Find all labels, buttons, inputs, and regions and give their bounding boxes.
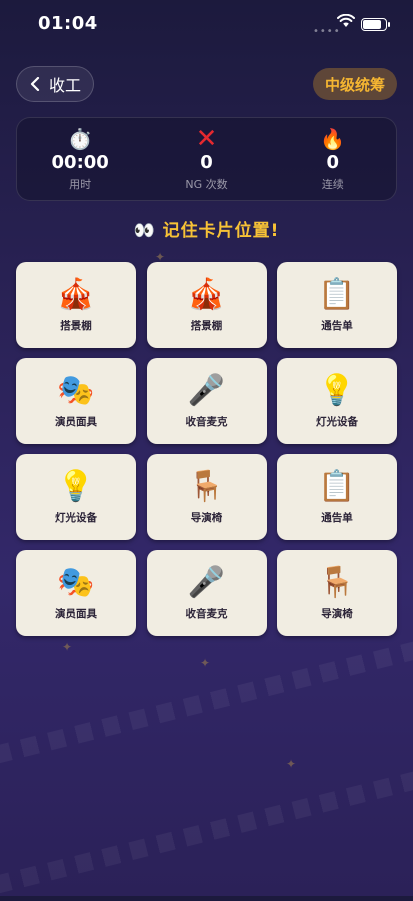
chevron-left-icon (30, 77, 40, 91)
microphone-icon: 🎤 (187, 372, 226, 408)
card-label: 收音麦克 (185, 415, 228, 428)
card-label: 导演椅 (190, 511, 223, 524)
filmstrip-decoration (0, 757, 413, 901)
back-button[interactable]: 收工 (16, 66, 94, 102)
sparkle-decoration: ✦ (200, 656, 211, 670)
wifi-icon (337, 14, 355, 27)
memory-card[interactable]: 🎤 收音麦克 (146, 358, 267, 444)
card-label: 收音麦克 (185, 607, 228, 620)
light-bulb-icon: 💡 (318, 372, 356, 408)
stat-ng-label: NG 次数 (185, 178, 228, 191)
stat-time: ⏱️ 00:00 用时 (17, 118, 143, 200)
memory-card[interactable]: 💡 灯光设备 (16, 454, 136, 540)
card-label: 搭景棚 (60, 319, 92, 332)
light-bulb-icon: 💡 (57, 468, 95, 504)
card-label: 通告单 (321, 319, 353, 332)
cross-mark-icon: ✕ (195, 124, 218, 154)
card-label: 通告单 (321, 511, 353, 524)
memory-card[interactable]: 💡 灯光设备 (277, 358, 397, 444)
theater-masks-icon: 🎭 (57, 564, 95, 600)
memory-card[interactable]: 🪑 导演椅 (277, 550, 397, 636)
clipboard-icon: 📋 (318, 468, 356, 504)
sparkle-decoration: ✦ (62, 640, 73, 654)
status-bar: 01:04 •••• (0, 0, 413, 50)
card-label: 演员面具 (55, 607, 97, 620)
status-time: 01:04 (38, 13, 98, 34)
circus-tent-icon: 🎪 (57, 276, 95, 312)
card-label: 演员面具 (55, 415, 97, 428)
card-grid: 🎪 搭景棚 🎪 搭景棚 📋 通告单 🎭 演员面具 🎤 收音麦克 💡 灯光设备 💡… (16, 262, 397, 636)
microphone-icon: 🎤 (187, 564, 226, 600)
sparkle-decoration: ✦ (286, 757, 297, 771)
chair-icon: 🪑 (318, 564, 356, 600)
stat-ng-count: ✕ 0 NG 次数 (143, 118, 269, 200)
stat-streak: 🔥 0 连续 (270, 118, 396, 200)
memory-card[interactable]: 🪑 导演椅 (146, 454, 267, 540)
circus-tent-icon: 🎪 (187, 276, 226, 312)
battery-icon (361, 18, 390, 31)
stat-streak-label: 连续 (321, 178, 344, 191)
stat-time-label: 用时 (69, 178, 92, 191)
memory-card[interactable]: 🎭 演员面具 (16, 358, 136, 444)
level-badge: 中级统筹 (313, 68, 397, 100)
card-label: 灯光设备 (55, 511, 97, 524)
memory-card[interactable]: 📋 通告单 (277, 454, 397, 540)
back-button-label: 收工 (48, 76, 81, 95)
stat-ng-value: 0 (200, 152, 213, 173)
stat-streak-value: 0 (326, 152, 340, 173)
instruction-text: 👀 记住卡片位置! (133, 221, 280, 241)
memory-card[interactable]: 📋 通告单 (277, 262, 397, 348)
memory-card[interactable]: 🎤 收音麦克 (146, 550, 267, 636)
card-label: 导演椅 (321, 607, 353, 620)
fire-icon: 🔥 (320, 127, 346, 151)
card-label: 搭景棚 (190, 319, 223, 332)
memory-card[interactable]: 🎭 演员面具 (16, 550, 136, 636)
clipboard-icon: 📋 (318, 276, 356, 312)
theater-masks-icon: 🎭 (57, 372, 95, 408)
memory-card[interactable]: 🎪 搭景棚 (16, 262, 136, 348)
stopwatch-icon: ⏱️ (67, 127, 93, 151)
chair-icon: 🪑 (187, 468, 226, 504)
card-label: 灯光设备 (316, 415, 358, 428)
memory-card[interactable]: 🎪 搭景棚 (146, 262, 267, 348)
stats-panel: ⏱️ 00:00 用时 ✕ 0 NG 次数 🔥 0 连续 (16, 117, 397, 201)
stat-time-value: 00:00 (51, 152, 109, 173)
